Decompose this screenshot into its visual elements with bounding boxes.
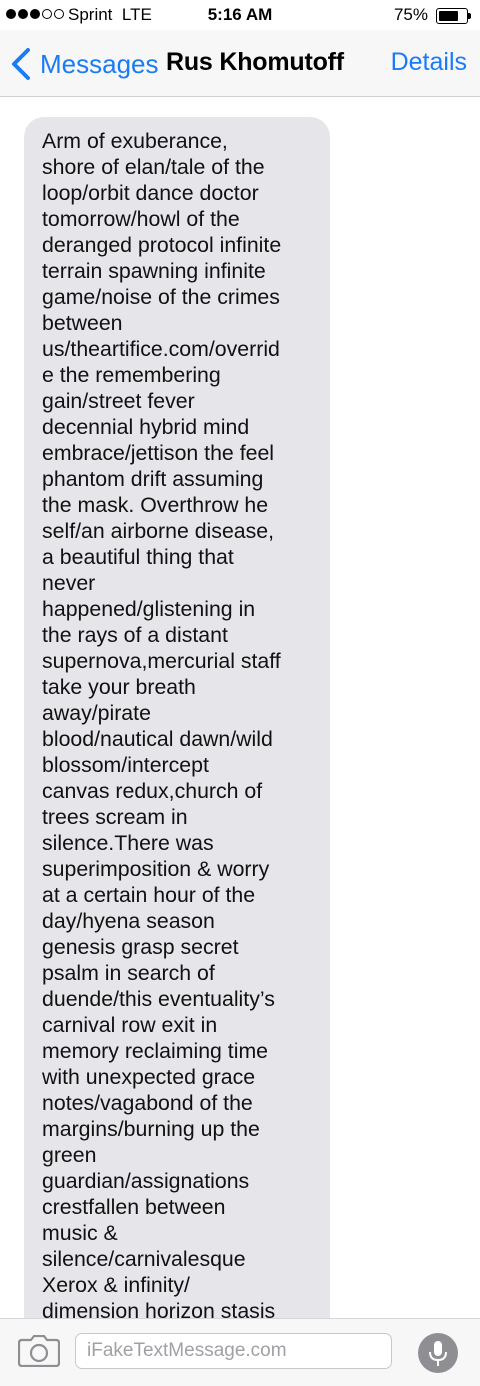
details-button[interactable]: Details — [391, 48, 467, 77]
back-button[interactable]: Messages — [10, 46, 159, 82]
chevron-left-icon — [12, 48, 30, 80]
microphone-icon[interactable] — [418, 1333, 458, 1373]
battery-icon — [436, 8, 472, 24]
battery-percent: 75% — [393, 5, 428, 24]
message-input[interactable] — [75, 1333, 392, 1369]
camera-icon[interactable] — [18, 1335, 60, 1367]
compose-bar — [0, 1318, 480, 1386]
message-text: Arm of exuberance, shore of elan/tale of… — [42, 129, 282, 1323]
contact-name: Rus Khomutoff — [166, 48, 344, 76]
status-bar: Sprint LTE 5:16 AM 75% — [0, 0, 480, 30]
message-bubble[interactable]: Arm of exuberance, shore of elan/tale of… — [24, 117, 330, 1377]
navigation-bar: Messages Rus Khomutoff Details — [0, 30, 480, 97]
back-button-label: Messages — [40, 48, 159, 79]
microphone-glyph-icon — [429, 1341, 447, 1366]
